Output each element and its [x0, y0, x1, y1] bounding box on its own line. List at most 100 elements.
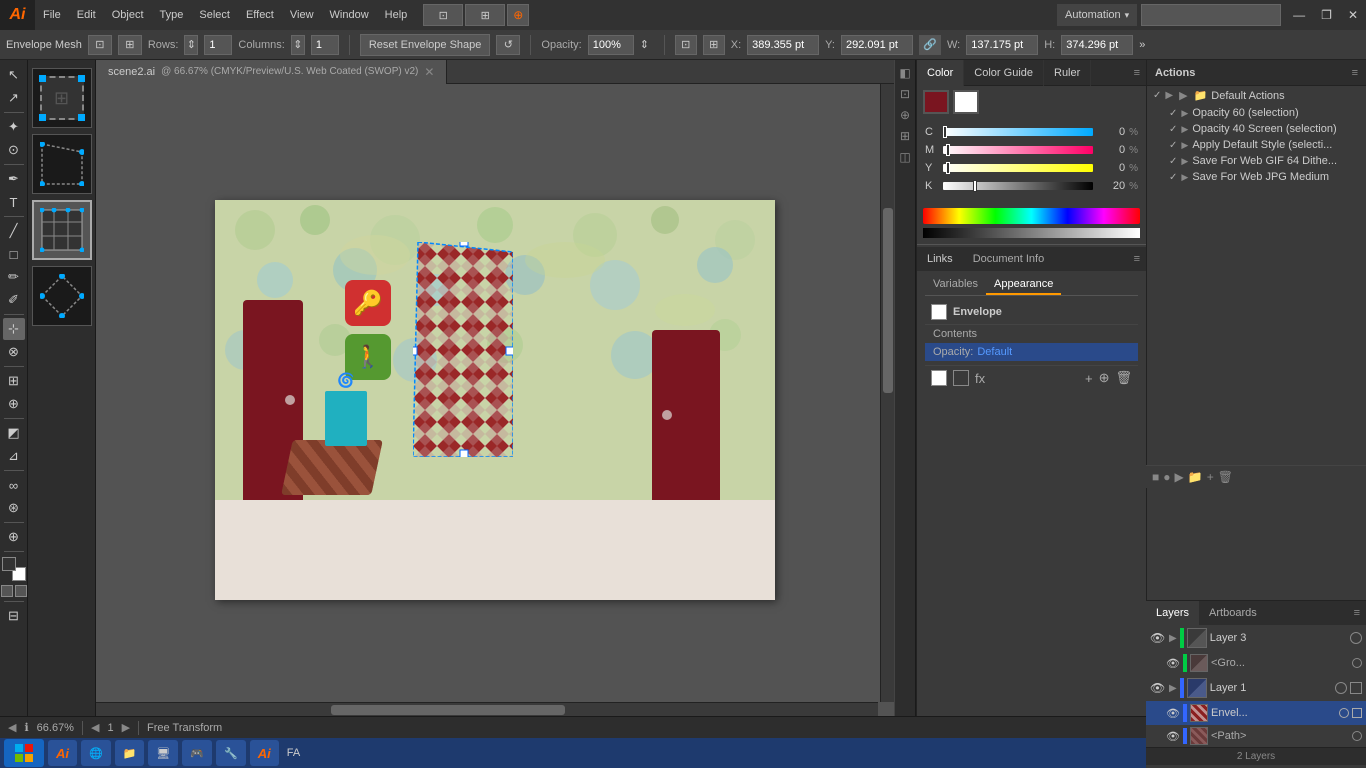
view-toggle-button[interactable]: ⊞ — [465, 4, 505, 26]
menu-edit[interactable]: Edit — [69, 0, 104, 30]
m-slider[interactable] — [943, 146, 1093, 154]
tab-artboards[interactable]: Artboards — [1199, 601, 1267, 625]
taskbar-folder[interactable]: 📁 — [115, 740, 145, 766]
close-button[interactable]: ✕ — [1340, 0, 1366, 30]
align-panel-icon[interactable]: ⊞ — [896, 127, 914, 145]
taskbar-item-3[interactable]: 🖥 — [148, 740, 178, 766]
direct-selection-tool[interactable]: ↗ — [3, 87, 25, 109]
status-zoom[interactable]: 66.67% — [37, 722, 74, 734]
layer-1-path1-circle[interactable] — [1352, 731, 1362, 741]
reset-envelope-button[interactable]: Reset Envelope Shape — [360, 34, 491, 56]
canvas-viewport[interactable]: 🔑 🚶 🌀 — [96, 84, 894, 716]
h-input[interactable] — [1061, 35, 1133, 55]
layer-1-envel-square[interactable] — [1352, 708, 1362, 718]
menu-help[interactable]: Help — [377, 0, 416, 30]
tab-layers[interactable]: Layers — [1146, 601, 1199, 625]
pathfinder-icon[interactable]: ◫ — [896, 148, 914, 166]
tab-color[interactable]: Color — [917, 60, 964, 86]
lasso-tool[interactable]: ⊙ — [3, 139, 25, 161]
restore-button[interactable]: ❐ — [1313, 0, 1340, 30]
color-swatches[interactable] — [2, 557, 26, 581]
layer-3-row[interactable]: 👁 ▶ Layer 3 — [1146, 625, 1366, 651]
bw-gradient[interactable] — [923, 228, 1140, 238]
layer-3-expand[interactable]: ▶ — [1169, 633, 1177, 644]
type-tool[interactable]: T — [3, 191, 25, 213]
layer-3-circle[interactable] — [1350, 632, 1362, 644]
document-tab[interactable]: scene2.ai @ 66.67% (CMYK/Preview/U.S. We… — [96, 60, 447, 84]
paintbrush-tool[interactable]: ✏ — [3, 266, 25, 288]
layer-1-envel-circle[interactable] — [1339, 708, 1349, 718]
action-gif64[interactable]: ✓ ▶ Save For Web GIF 64 Dithe... — [1147, 153, 1366, 169]
app-stroke-icon[interactable] — [953, 370, 969, 386]
record-action-btn[interactable]: ● — [1163, 470, 1170, 484]
menu-file[interactable]: File — [35, 0, 69, 30]
envelope-preview-2[interactable] — [32, 134, 92, 194]
background-color-swatch[interactable] — [953, 90, 979, 114]
gradient-swatch[interactable] — [15, 585, 27, 597]
tab-color-guide[interactable]: Color Guide — [964, 60, 1044, 86]
columns-input[interactable] — [311, 35, 339, 55]
horizontal-scrollbar[interactable] — [96, 702, 878, 716]
mesh-tool[interactable]: ⊕ — [3, 393, 25, 415]
blend-tool[interactable]: ∞ — [3, 474, 25, 496]
actions-panel-more[interactable]: ≡ — [1352, 67, 1358, 79]
search-input[interactable] — [1141, 4, 1281, 26]
tab-appearance[interactable]: Appearance — [986, 275, 1061, 295]
artboard-tool[interactable]: ⊟ — [3, 605, 25, 627]
pen-tool[interactable]: ✒ — [3, 168, 25, 190]
layer-1-envel-row[interactable]: 👁 Envel... — [1146, 701, 1366, 725]
layer-3-child-circle[interactable] — [1352, 658, 1362, 668]
rows-input[interactable] — [204, 35, 232, 55]
layer-1-circle[interactable] — [1335, 682, 1347, 694]
play-action-btn[interactable]: ▶ — [1175, 470, 1184, 484]
taskbar-chrome[interactable]: 🌐 — [81, 740, 111, 766]
layer-1-expand[interactable]: ▶ — [1169, 683, 1177, 694]
rotate-tool[interactable]: ⊹ — [3, 318, 25, 340]
c-slider[interactable] — [943, 128, 1093, 136]
color-spectrum-bar[interactable] — [923, 208, 1140, 224]
taskbar-item-4[interactable]: 🎮 — [182, 740, 212, 766]
opacity-up-down[interactable]: ⇕ — [640, 38, 654, 51]
layers-icon[interactable]: ◧ — [896, 64, 914, 82]
transform-panel-icon[interactable]: ⊕ — [896, 106, 914, 124]
k-slider[interactable] — [943, 182, 1093, 190]
status-nav-next[interactable]: ▶ — [122, 721, 130, 734]
layer-1-path1-row[interactable]: 👁 <Path> — [1146, 725, 1366, 747]
layer-3-child-eye[interactable]: 👁 — [1166, 657, 1180, 670]
envelope-preview-1[interactable]: ⊞ — [32, 68, 92, 128]
layer-1-eye[interactable]: 👁 — [1150, 681, 1166, 695]
rows-up-down[interactable]: ⇕ — [184, 35, 198, 55]
vertical-scrollbar[interactable] — [880, 84, 894, 702]
new-action-btn[interactable]: + — [1207, 470, 1214, 484]
start-button[interactable] — [4, 739, 44, 767]
x-input[interactable] — [747, 35, 819, 55]
rect-tool[interactable]: □ — [3, 243, 25, 265]
envelope-swatch[interactable] — [931, 304, 947, 320]
selection-tool[interactable]: ↖ — [3, 64, 25, 86]
tab-close-icon[interactable]: ✕ — [424, 65, 434, 79]
layer-3-child-row[interactable]: 👁 <Gro... — [1146, 651, 1366, 675]
envelope-preview-4[interactable] — [32, 266, 92, 326]
taskbar-ai[interactable]: Ai — [48, 740, 77, 766]
action-default-style[interactable]: ✓ ▶ Apply Default Style (selecti... — [1147, 137, 1366, 153]
layer-1-envel-eye[interactable]: 👁 — [1166, 707, 1180, 720]
tab-variables[interactable]: Variables — [925, 275, 986, 295]
stop-action-btn[interactable]: ■ — [1152, 470, 1159, 484]
default-actions-group[interactable]: ✓ ▶ ▶ 📁 Default Actions — [1147, 86, 1366, 105]
y-input[interactable] — [841, 35, 913, 55]
layers-panel-more[interactable]: ≡ — [1348, 607, 1366, 619]
minimize-button[interactable]: — — [1285, 0, 1313, 30]
envelope-selected-shape[interactable] — [413, 242, 513, 457]
action-jpg-medium[interactable]: ✓ ▶ Save For Web JPG Medium — [1147, 169, 1366, 185]
new-action-folder-btn[interactable]: 📁 — [1188, 470, 1203, 484]
opacity-value[interactable]: Default — [977, 346, 1012, 358]
status-page[interactable]: 1 — [107, 722, 113, 734]
app-fx-icon[interactable]: fx — [975, 371, 985, 386]
taskbar-ai2[interactable]: Ai — [250, 740, 279, 766]
layer-1-path1-eye[interactable]: 👁 — [1166, 730, 1180, 743]
foreground-color-swatch[interactable] — [923, 90, 949, 114]
menu-window[interactable]: Window — [322, 0, 377, 30]
app-duplicate-icon[interactable]: ⊕ — [1099, 370, 1110, 386]
gradient-tool[interactable]: ◩ — [3, 422, 25, 444]
menu-object[interactable]: Object — [104, 0, 152, 30]
